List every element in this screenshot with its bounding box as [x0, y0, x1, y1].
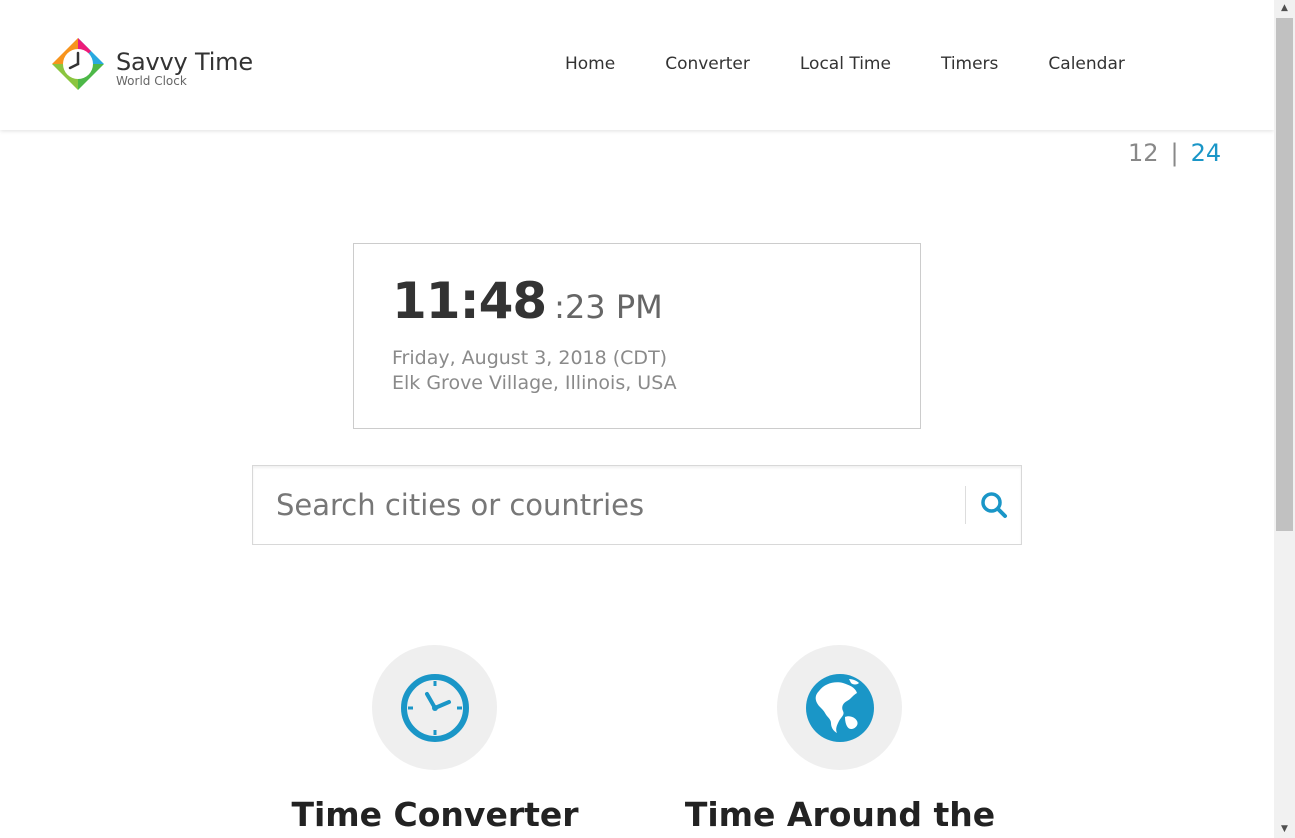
current-date: Friday, August 3, 2018 (CDT): [392, 347, 668, 369]
brand-tagline: World Clock: [116, 74, 187, 88]
feature-icon-circle: [372, 645, 497, 770]
local-time-card: 11:48:23 PM Friday, August 3, 2018 (CDT)…: [353, 243, 921, 429]
feature-icon-circle: [777, 645, 902, 770]
time-hours-minutes: 11:48: [392, 272, 547, 330]
feature-title: Time Converter: [291, 795, 579, 834]
logo-icon: [51, 37, 105, 91]
format-24-hour-link[interactable]: 24: [1191, 139, 1222, 167]
search-input[interactable]: [253, 466, 965, 544]
search-bar: [252, 465, 1022, 545]
logo-link[interactable]: Savvy Time World Clock: [50, 36, 260, 94]
search-icon: [981, 492, 1007, 518]
brand-name: Savvy Time: [116, 48, 253, 76]
vertical-scrollbar[interactable]: ▲ ▼: [1274, 0, 1295, 838]
current-time: 11:48:23 PM: [392, 272, 663, 330]
scroll-down-arrow-icon[interactable]: ▼: [1274, 821, 1295, 838]
format-12-hour-link[interactable]: 12: [1128, 139, 1159, 167]
feature-title: Time Around the: [684, 795, 996, 834]
scroll-up-arrow-icon[interactable]: ▲: [1274, 0, 1295, 17]
main-nav: Home Converter Local Time Timers Calenda…: [540, 52, 1150, 76]
scrollbar-thumb[interactable]: [1276, 18, 1293, 531]
nav-converter[interactable]: Converter: [665, 52, 750, 76]
time-format-toggle: 12 | 24: [1128, 138, 1221, 168]
site-header: Savvy Time World Clock Home Converter Lo…: [0, 0, 1274, 130]
time-seconds-ampm: :23 PM: [554, 288, 663, 326]
format-separator: |: [1170, 139, 1179, 167]
nav-local-time[interactable]: Local Time: [800, 52, 891, 76]
nav-timers[interactable]: Timers: [941, 52, 998, 76]
globe-icon: [805, 673, 874, 742]
current-location: Elk Grove Village, Illinois, USA: [392, 372, 677, 394]
search-button[interactable]: [966, 466, 1022, 544]
clock-icon: [400, 673, 469, 742]
nav-calendar[interactable]: Calendar: [1048, 52, 1124, 76]
nav-home[interactable]: Home: [565, 52, 615, 76]
